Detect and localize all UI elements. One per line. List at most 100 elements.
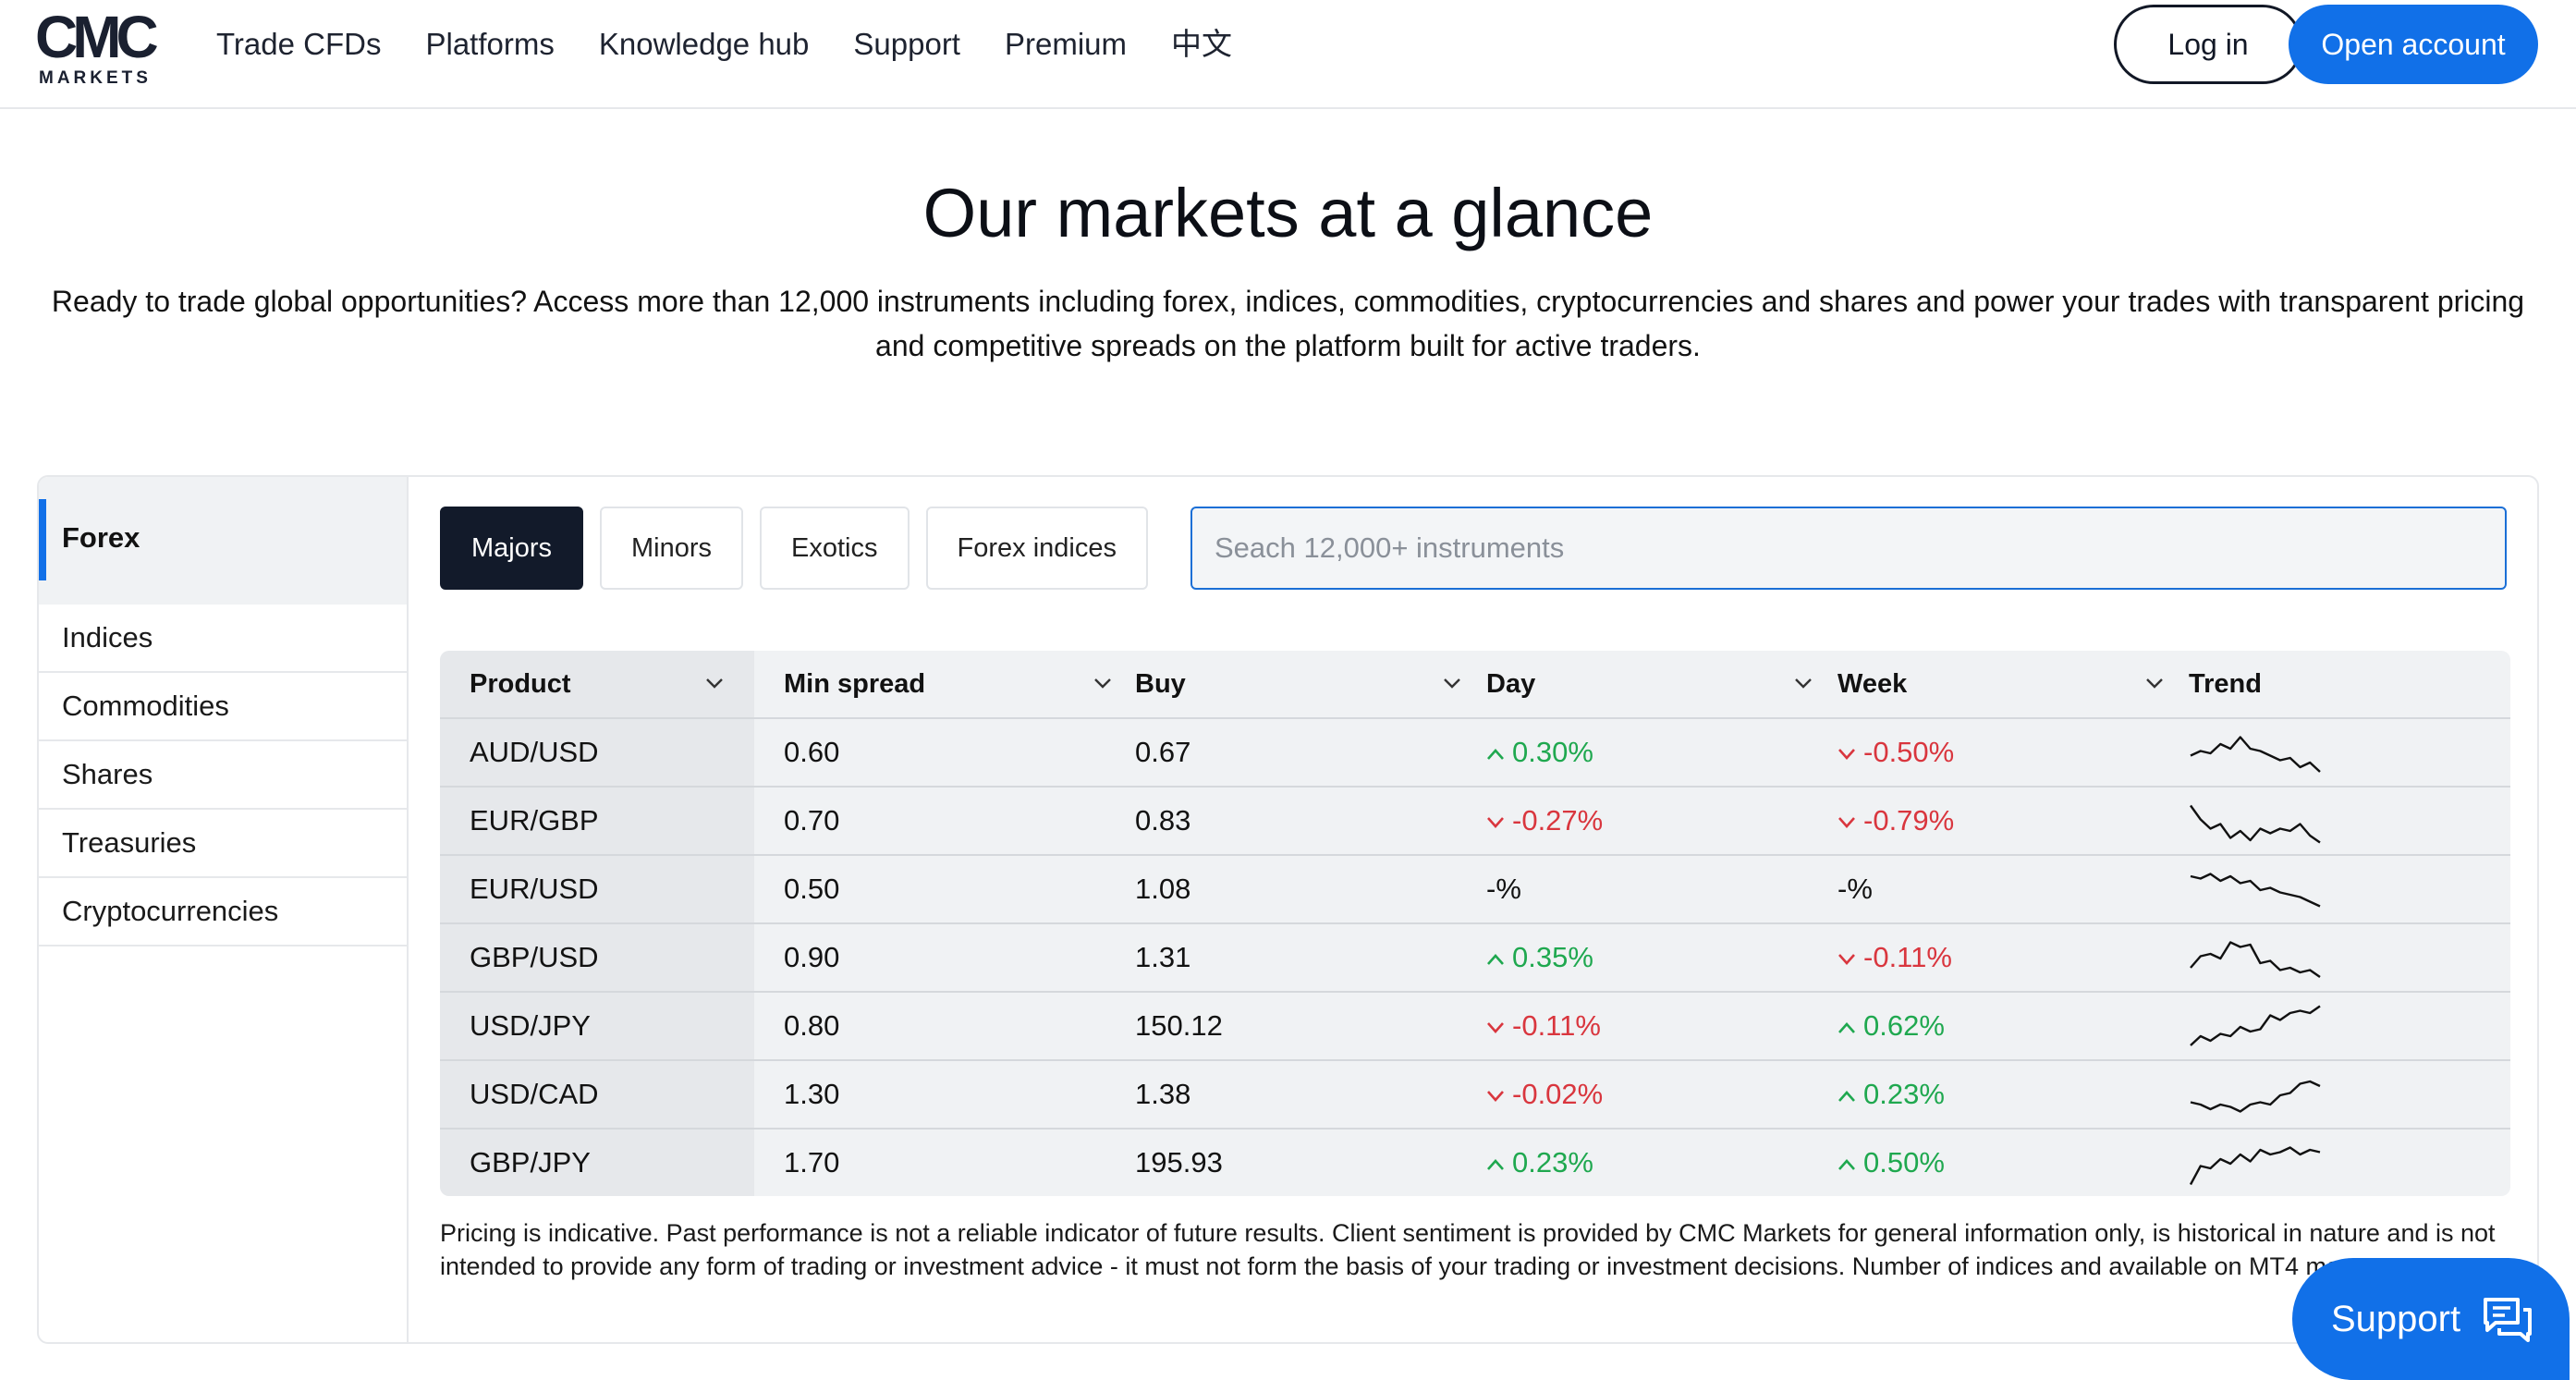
table-header: Product Min spread Buy Day Week Trend: [440, 651, 2510, 719]
header-buy[interactable]: Buy: [1135, 651, 1412, 717]
sparkline-path: [2190, 804, 2321, 844]
table-row[interactable]: GBP/USD 0.90 1.31 0.35% -0.11%: [440, 924, 2510, 993]
tab-minors[interactable]: Minors: [600, 507, 744, 590]
sidebar-item-shares[interactable]: Shares: [39, 741, 407, 810]
login-button[interactable]: Log in: [2114, 5, 2302, 84]
week-change-cell: 0.23%: [1837, 1061, 1945, 1128]
chevron-down-icon[interactable]: [704, 673, 725, 693]
chevron-down-icon: [1487, 816, 1504, 828]
page-title: Our markets at a glance: [922, 175, 1654, 251]
day-change-cell: 0.23%: [1486, 1130, 1593, 1196]
header-label: Trend: [2189, 669, 2262, 699]
min-spread-cell: 0.90: [784, 941, 840, 973]
logo-mark: CMC: [35, 4, 159, 70]
min-spread-cell: 0.60: [784, 736, 840, 768]
nav-support[interactable]: Support: [853, 24, 960, 65]
week-change-cell: -%: [1837, 856, 1873, 922]
markets-panel: Forex Indices Commodities Shares Treasur…: [37, 475, 2539, 1344]
nav-knowledge-hub[interactable]: Knowledge hub: [599, 24, 810, 65]
chevron-down-icon[interactable]: [1793, 673, 1813, 693]
day-change-cell: 0.30%: [1486, 719, 1593, 786]
header-label: Min spread: [784, 669, 926, 699]
day-change-cell-value: 0.23%: [1512, 1146, 1593, 1178]
day-change-cell: -0.11%: [1486, 993, 1601, 1059]
active-indicator: [39, 499, 46, 580]
chevron-up-icon: [1487, 748, 1504, 760]
nav-trade-cfds[interactable]: Trade CFDs: [216, 24, 381, 65]
chevron-down-icon: [1487, 1021, 1504, 1033]
trend-sparkline: [2189, 1146, 2321, 1186]
tab-exotics[interactable]: Exotics: [760, 507, 910, 590]
week-change-cell-value: 0.50%: [1863, 1146, 1945, 1178]
table-row[interactable]: EUR/GBP 0.70 0.83 -0.27% -0.79%: [440, 788, 2510, 856]
nav-platforms[interactable]: Platforms: [425, 24, 554, 65]
nav-chinese[interactable]: 中文: [1171, 24, 1232, 65]
support-label: Support: [2331, 1299, 2461, 1339]
market-category-sidebar: Forex Indices Commodities Shares Treasur…: [39, 477, 409, 1342]
sidebar-item-label: Forex: [62, 521, 140, 554]
support-chat-button[interactable]: Support: [2292, 1258, 2570, 1380]
forex-subtabs: Majors Minors Exotics Forex indices: [440, 507, 1148, 590]
header-min-spread[interactable]: Min spread: [784, 651, 1061, 717]
week-change-cell: -0.79%: [1837, 788, 1954, 854]
chevron-down-icon[interactable]: [2144, 673, 2165, 693]
header-day[interactable]: Day: [1486, 651, 1764, 717]
min-spread-cell: 0.50: [784, 873, 840, 905]
min-spread-cell: 0.70: [784, 804, 840, 837]
trend-sparkline: [2190, 873, 2321, 908]
instrument-search-input[interactable]: [1190, 507, 2507, 590]
trend-sparkline: [2190, 804, 2321, 844]
week-change-cell-value: 0.62%: [1863, 1009, 1945, 1042]
table-row[interactable]: GBP/JPY 1.70 195.93 0.23% 0.50%: [440, 1130, 2510, 1196]
table-row[interactable]: USD/CAD 1.30 1.38 -0.02% 0.23%: [440, 1061, 2510, 1130]
open-account-button[interactable]: Open account: [2289, 5, 2538, 84]
tab-forex-indices[interactable]: Forex indices: [925, 507, 1148, 590]
product-cell: EUR/GBP: [470, 804, 599, 837]
day-change-cell: -0.02%: [1486, 1061, 1603, 1128]
day-change-cell-value: -0.02%: [1512, 1078, 1604, 1110]
sparkline-path: [2190, 736, 2321, 773]
day-change-cell-value: -0.11%: [1512, 1009, 1601, 1042]
chevron-down-icon[interactable]: [1442, 673, 1462, 693]
header-label: Buy: [1135, 669, 1186, 699]
table-row[interactable]: USD/JPY 0.80 150.12 -0.11% 0.62%: [440, 993, 2510, 1061]
week-change-cell-value: -0.50%: [1863, 736, 1955, 768]
header-label: Product: [470, 669, 571, 699]
chat-icon: [2484, 1298, 2532, 1342]
buy-price-cell: 150.12: [1135, 1009, 1223, 1042]
cmc-markets-logo[interactable]: CMC MARKETS: [35, 4, 165, 88]
day-change-cell-value: -%: [1486, 873, 1521, 905]
week-change-cell: -0.11%: [1837, 924, 1952, 991]
table-row[interactable]: AUD/USD 0.60 0.67 0.30% -0.50%: [440, 719, 2510, 788]
sidebar-item-indices[interactable]: Indices: [39, 605, 407, 673]
product-cell: USD/JPY: [470, 1009, 591, 1042]
day-change-cell-value: 0.30%: [1512, 736, 1593, 768]
trend-sparkline: [2190, 941, 2321, 978]
week-change-cell-value: -0.79%: [1863, 804, 1955, 837]
trend-sparkline: [2190, 1005, 2321, 1046]
day-change-cell: -0.27%: [1486, 788, 1603, 854]
table-row[interactable]: EUR/USD 0.50 1.08 -% -%: [440, 856, 2510, 924]
week-change-cell: 0.50%: [1837, 1130, 1945, 1196]
chevron-up-icon: [1838, 1158, 1855, 1170]
header-trend: Trend: [2189, 651, 2466, 717]
chevron-up-icon: [1487, 1158, 1504, 1170]
site-header: CMC MARKETS Trade CFDs Platforms Knowled…: [0, 0, 2576, 109]
week-change-cell-value: 0.23%: [1863, 1078, 1945, 1110]
product-cell: GBP/JPY: [470, 1146, 591, 1178]
tab-majors[interactable]: Majors: [440, 507, 584, 590]
chevron-up-icon: [1838, 1090, 1855, 1102]
trend-sparkline: [2190, 1080, 2321, 1113]
sidebar-item-forex[interactable]: Forex: [39, 477, 407, 605]
nav-premium[interactable]: Premium: [1005, 24, 1127, 65]
product-cell: AUD/USD: [470, 736, 599, 768]
sparkline-path: [2190, 1080, 2321, 1113]
chevron-down-icon[interactable]: [1093, 673, 1113, 693]
header-week[interactable]: Week: [1837, 651, 2115, 717]
chevron-down-icon: [1838, 816, 1855, 828]
sidebar-item-commodities[interactable]: Commodities: [39, 673, 407, 741]
sidebar-item-treasuries[interactable]: Treasuries: [39, 810, 407, 878]
sidebar-item-cryptocurrencies[interactable]: Cryptocurrencies: [39, 878, 407, 946]
product-cell: EUR/USD: [470, 873, 599, 905]
trend-sparkline: [2190, 736, 2321, 773]
